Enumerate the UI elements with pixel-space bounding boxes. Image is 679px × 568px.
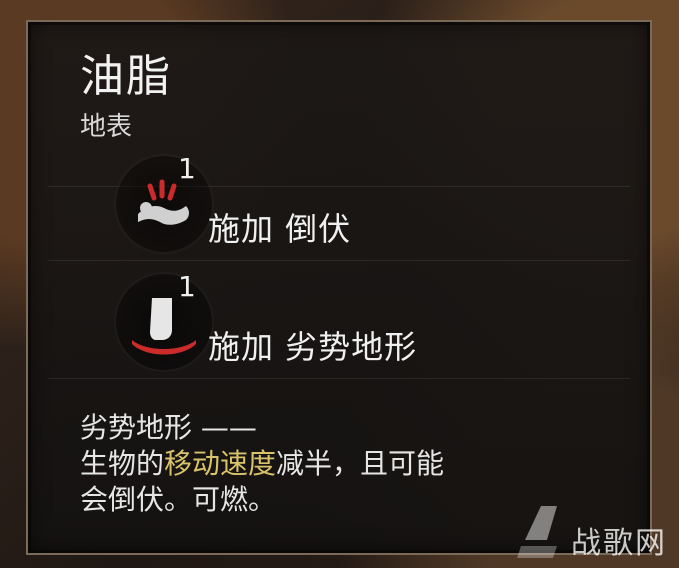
- effect-label: 施加 倒伏: [208, 210, 352, 248]
- effect-row-1: 1 施加 倒伏: [114, 152, 634, 254]
- description-line-2-prefix: 生物的: [80, 447, 165, 480]
- prone-icon: [114, 154, 214, 254]
- item-subtitle: 地表: [80, 112, 133, 142]
- divider: [48, 378, 630, 379]
- description-line-2-suffix: 减半，且可能: [276, 447, 445, 480]
- description-line-1: 劣势地形 ——: [80, 411, 257, 444]
- effect-row-2: 1 施加 劣势地形: [114, 270, 634, 372]
- description-line-2: 生物的移动速度减半，且可能: [80, 446, 600, 482]
- difficult-terrain-icon: [114, 272, 214, 372]
- item-title: 油脂: [80, 51, 172, 102]
- item-tooltip: 油脂 地表 1 施加 倒伏 1 施加 劣势地形 劣势地形 —— 生物的移动速度减…: [26, 20, 652, 555]
- movement-speed-highlight: 移动速度: [164, 447, 277, 480]
- difficult-terrain-icon-svg: [132, 298, 196, 355]
- effect-label: 施加 劣势地形: [208, 328, 418, 366]
- effect-count: 1: [178, 270, 196, 303]
- divider: [48, 260, 630, 261]
- effect-count: 1: [178, 152, 196, 185]
- prone-icon-svg: [138, 179, 189, 225]
- watermark-text: 战歌网: [571, 526, 667, 561]
